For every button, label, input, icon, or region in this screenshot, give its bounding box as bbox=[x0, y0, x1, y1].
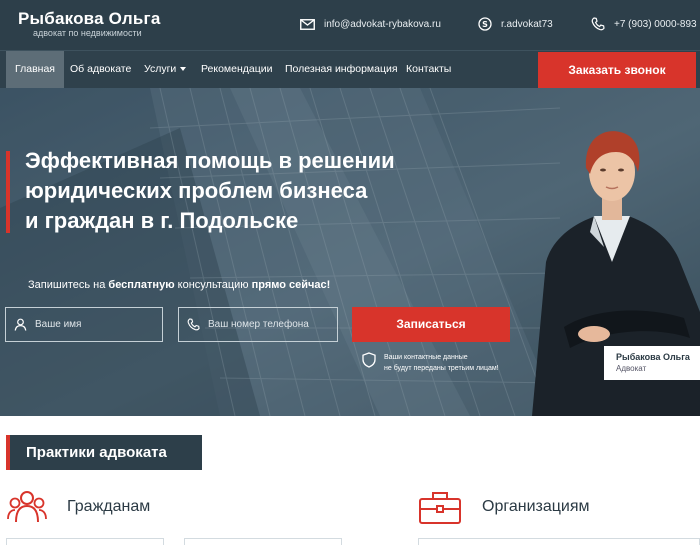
shield-icon bbox=[362, 352, 376, 368]
contact-phone[interactable]: +7 (903) 0000-893 bbox=[591, 13, 697, 35]
practice-card-2[interactable] bbox=[184, 538, 342, 545]
briefcase-icon bbox=[419, 492, 461, 524]
phone-text: +7 (903) 0000-893 bbox=[614, 18, 697, 30]
category-organizations[interactable]: Организациям bbox=[418, 489, 590, 525]
phone-icon bbox=[187, 318, 200, 331]
phone-icon bbox=[591, 17, 605, 31]
hero-title-line-1: Эффективная помощь в решении bbox=[25, 148, 395, 173]
privacy-line-2: не будут переданы третьим лицам! bbox=[384, 365, 499, 372]
section-heading-practices: Практики адвоката bbox=[6, 435, 202, 470]
lawyer-card: Рыбакова Ольга Адвокат bbox=[604, 346, 700, 380]
top-bar: Рыбакова Ольга адвокат по недвижимости i… bbox=[0, 0, 700, 50]
hero-section: Эффективная помощь в решении юридических… bbox=[0, 88, 700, 416]
brand-tagline: адвокат по недвижимости bbox=[33, 28, 142, 38]
nav-item-about[interactable]: Об адвокате bbox=[61, 51, 140, 88]
svg-text:S: S bbox=[482, 20, 488, 29]
category-citizens[interactable]: Гражданам bbox=[7, 489, 150, 525]
contact-email[interactable]: info@advokat-rybakova.ru bbox=[300, 13, 441, 35]
callback-button[interactable]: Заказать звонок bbox=[538, 52, 696, 88]
hero-cta-text: Запишитесь на бесплатную консультацию пр… bbox=[28, 279, 330, 291]
nav-item-contacts[interactable]: Контакты bbox=[397, 51, 460, 88]
phone-input[interactable] bbox=[206, 318, 326, 331]
hero-title-line-3: и граждан в г. Подольске bbox=[25, 208, 299, 233]
nav-item-useful-info[interactable]: Полезная информация bbox=[276, 51, 407, 88]
lawyer-card-name: Рыбакова Ольга bbox=[616, 352, 690, 362]
practice-card-1[interactable] bbox=[6, 538, 164, 545]
nav-item-home[interactable]: Главная bbox=[6, 51, 64, 88]
phone-field[interactable] bbox=[178, 307, 338, 342]
name-field[interactable] bbox=[5, 307, 163, 342]
mail-icon bbox=[300, 18, 315, 30]
nav-item-services-label: Услуги bbox=[144, 63, 177, 75]
name-input[interactable] bbox=[33, 318, 153, 331]
cta-middle: консультацию bbox=[174, 279, 252, 291]
user-icon bbox=[14, 318, 27, 331]
cta-now: прямо сейчас! bbox=[251, 279, 331, 291]
cta-free: бесплатную bbox=[108, 279, 175, 291]
lawyer-card-role: Адвокат bbox=[616, 364, 647, 373]
privacy-note: Ваши контактные данные не будут переданы… bbox=[362, 352, 514, 374]
hero-title-accent bbox=[6, 151, 10, 233]
people-icon bbox=[7, 491, 47, 523]
cta-prefix: Запишитесь на bbox=[28, 279, 109, 291]
brand-name[interactable]: Рыбакова Ольга bbox=[18, 9, 160, 29]
email-text: info@advokat-rybakova.ru bbox=[324, 18, 441, 30]
practice-card-3[interactable] bbox=[418, 538, 700, 545]
hero-title: Эффективная помощь в решении юридических… bbox=[25, 146, 455, 236]
contact-skype[interactable]: S r.advokat73 bbox=[478, 13, 553, 35]
nav-item-services[interactable]: Услуги bbox=[135, 51, 195, 88]
nav-item-recommendations[interactable]: Рекомендации bbox=[192, 51, 282, 88]
main-nav: Главная Об адвокате Услуги Рекомендации … bbox=[0, 50, 700, 88]
category-citizens-label: Гражданам bbox=[67, 498, 151, 515]
skype-text: r.advokat73 bbox=[501, 18, 553, 30]
hero-title-line-2: юридических проблем бизнеса bbox=[25, 178, 368, 203]
chevron-down-icon bbox=[180, 67, 187, 72]
privacy-text: Ваши контактные данные не будут переданы… bbox=[384, 352, 514, 374]
submit-button[interactable]: Записаться bbox=[352, 307, 510, 342]
privacy-line-1: Ваши контактные данные bbox=[384, 354, 468, 361]
category-organizations-label: Организациям bbox=[482, 498, 590, 515]
skype-icon: S bbox=[478, 17, 492, 31]
